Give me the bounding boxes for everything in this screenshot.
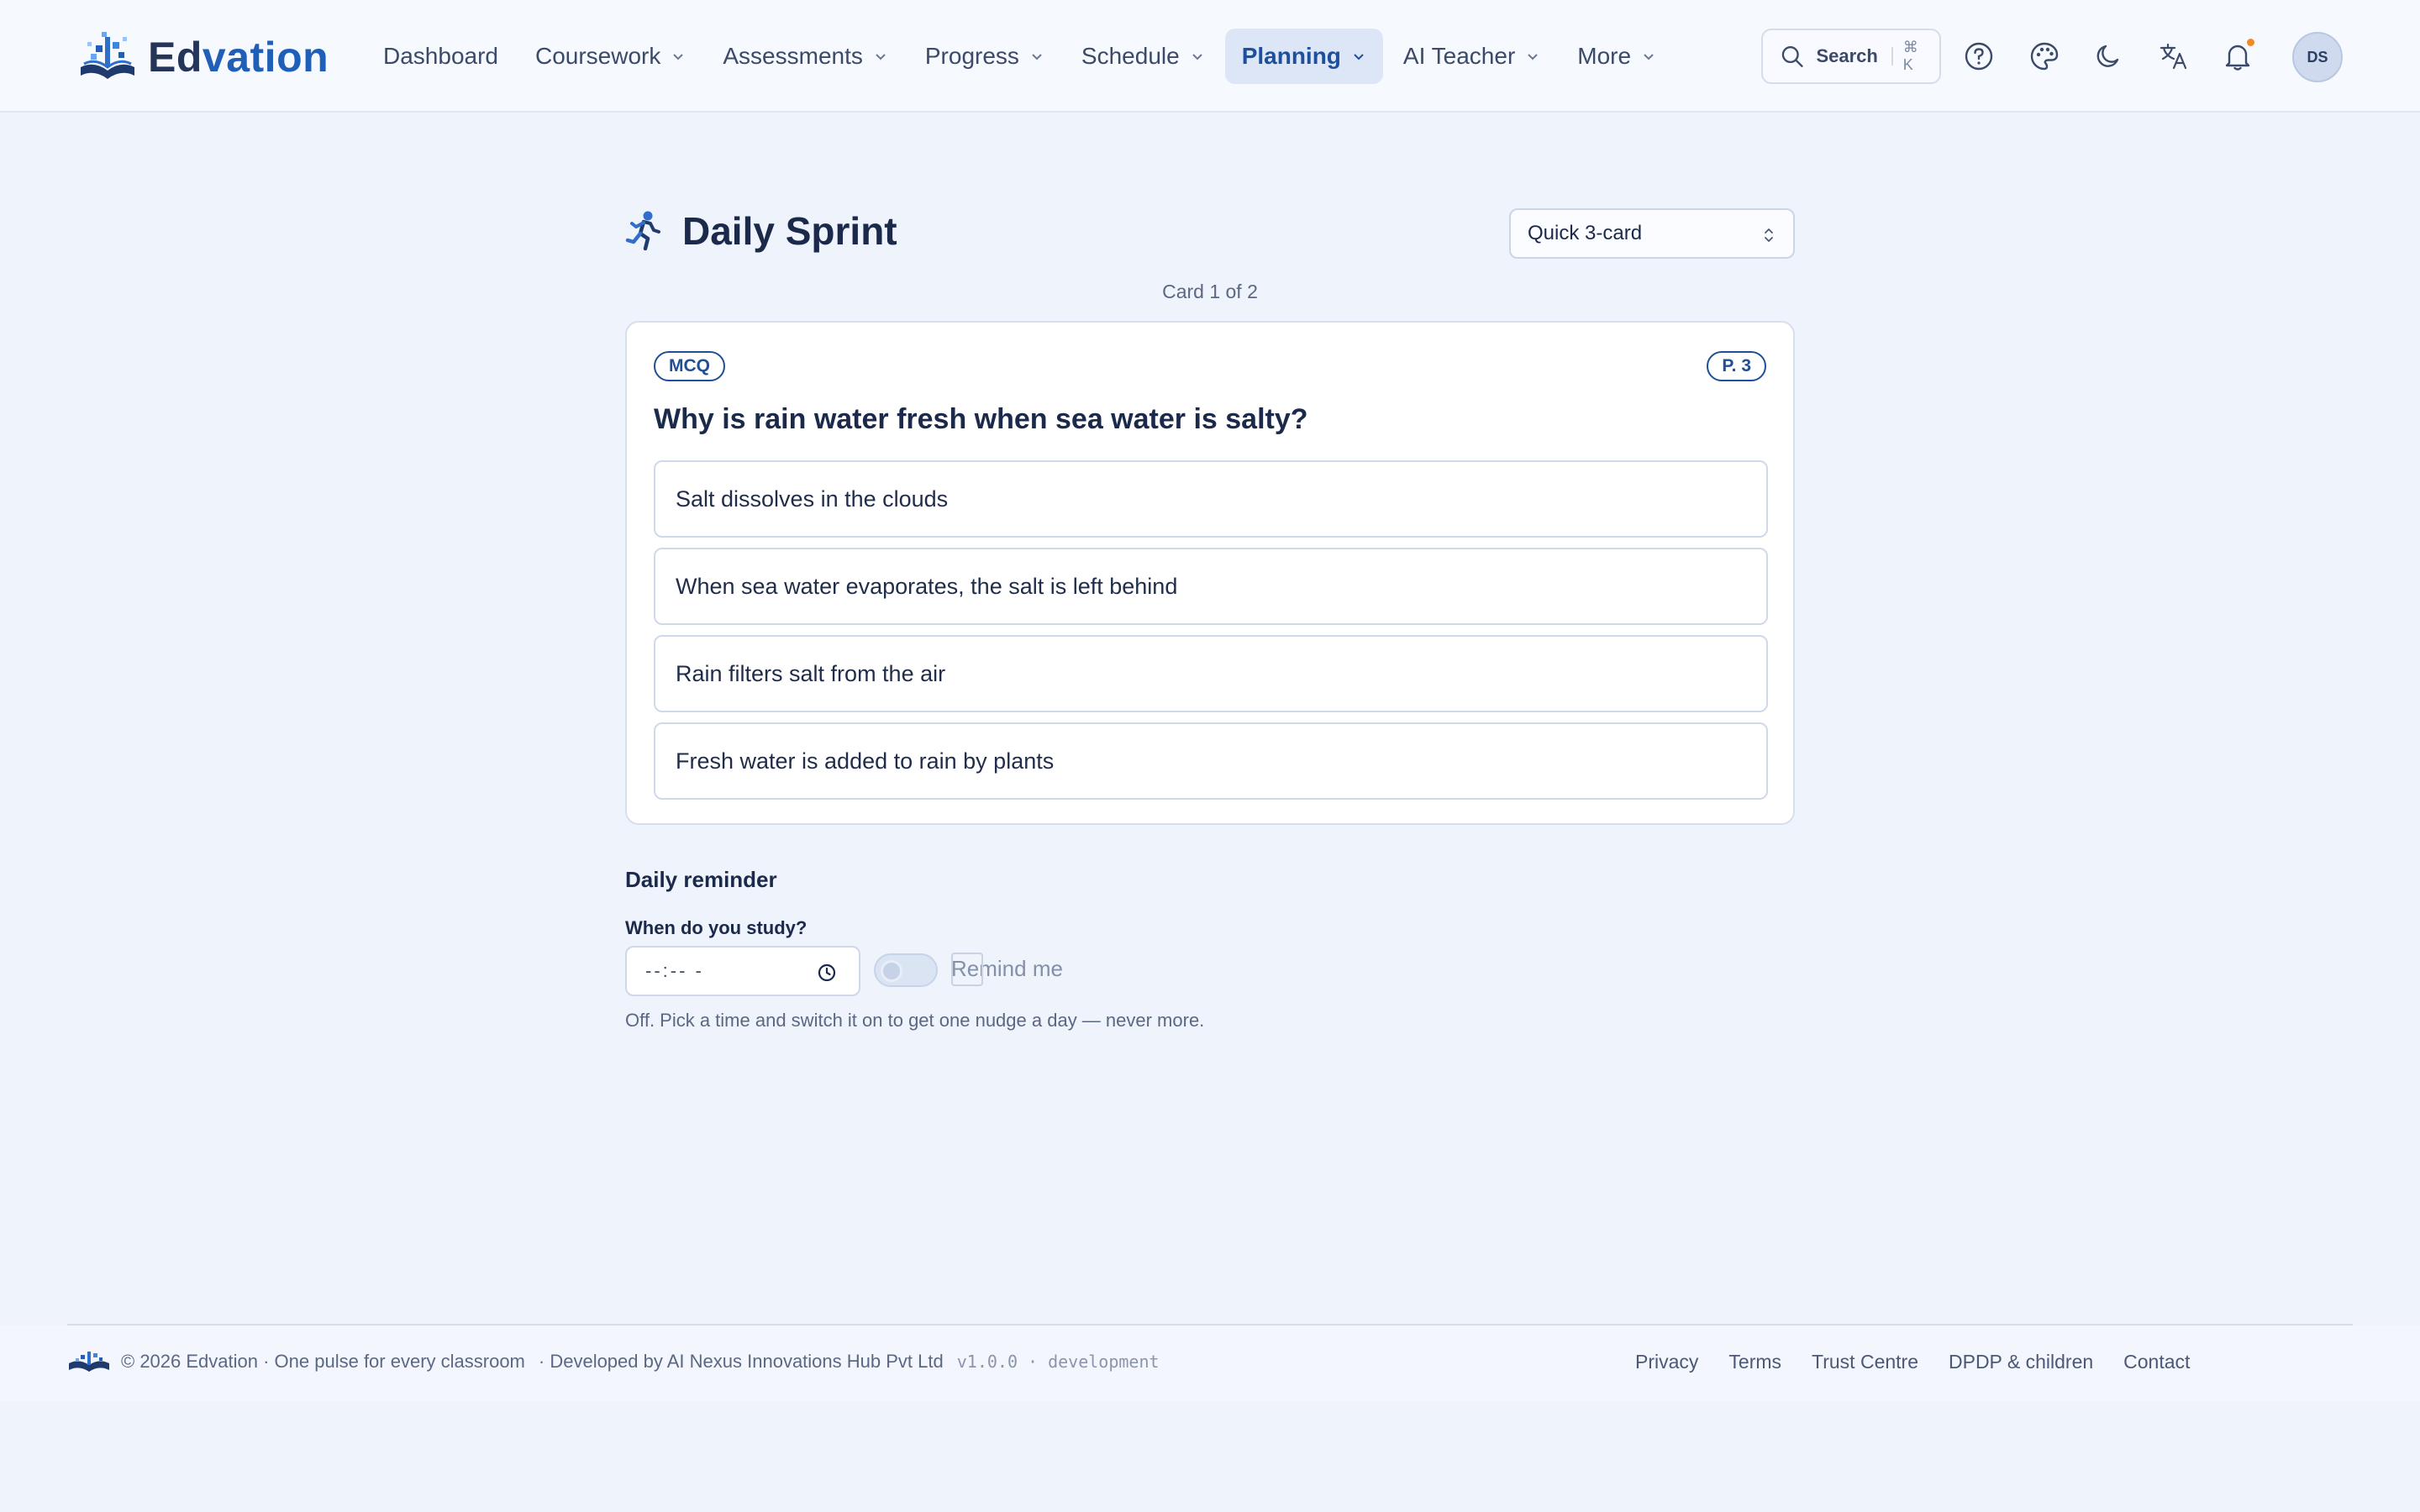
footer-link-trust-centre[interactable]: Trust Centre — [1812, 1351, 1918, 1373]
brand-name: Edvation — [148, 34, 329, 81]
search-shortcut: ⌘ K — [1902, 39, 1921, 73]
footer-divider — [67, 1324, 2353, 1326]
updown-chevron-icon — [1765, 228, 1773, 242]
answer-option[interactable]: Rain filters salt from the air — [654, 635, 1768, 712]
chevron-down-icon — [673, 54, 684, 60]
reminder-hint: Off. Pick a time and switch it on to get… — [625, 1010, 1205, 1031]
footer-link-contact[interactable]: Contact — [2123, 1351, 2190, 1373]
reminder-heading: Daily reminder — [625, 867, 777, 892]
card-counter: Card 1 of 2 — [1162, 281, 1258, 302]
question-text: Why is rain water fresh when sea water i… — [654, 403, 1308, 435]
translate-icon[interactable] — [2158, 40, 2190, 72]
footer-links: Privacy Terms Trust Centre DPDP & childr… — [1635, 1347, 2220, 1376]
question-type-badge: MCQ — [654, 351, 725, 381]
main-nav: Dashboard Coursework Assessments Progres… — [366, 29, 1676, 84]
footer-copyright: © 2026 Edvation · One pulse for every cl… — [121, 1351, 525, 1372]
remind-me-label[interactable]: Remind me — [951, 953, 1063, 986]
search-label: Search — [1816, 45, 1878, 66]
footer-version: v1.0.0 · development — [956, 1352, 1160, 1372]
nav-assessments[interactable]: Assessments — [706, 29, 905, 84]
notification-dot — [2247, 39, 2254, 46]
sprint-mode-value: Quick 3-card — [1528, 222, 1643, 244]
answer-option[interactable]: Salt dissolves in the clouds — [654, 460, 1768, 538]
nav-more[interactable]: More — [1560, 29, 1673, 84]
chevron-down-icon — [1644, 54, 1654, 60]
search-button[interactable]: Search ⌘ K — [1761, 29, 1941, 84]
palette-icon[interactable] — [2028, 40, 2060, 72]
brand-home-link[interactable]: Edvation — [77, 29, 329, 86]
nav-ai-teacher[interactable]: AI Teacher — [1386, 29, 1557, 84]
answer-option[interactable]: When sea water evaporates, the salt is l… — [654, 548, 1768, 625]
moon-icon[interactable] — [2092, 40, 2124, 72]
study-time-label: When do you study? — [625, 917, 808, 938]
runner-icon — [625, 211, 660, 251]
top-navigation-bar: Edvation Dashboard Coursework Assessment… — [0, 0, 2420, 113]
study-time-input[interactable]: --:-- - — [625, 946, 860, 996]
search-divider — [1891, 47, 1893, 66]
focus-box — [951, 953, 983, 986]
nav-progress[interactable]: Progress — [908, 29, 1061, 84]
clock-icon[interactable] — [817, 963, 837, 983]
avatar[interactable]: DS — [2292, 32, 2343, 82]
study-time-value: --:-- - — [645, 960, 704, 981]
toggle-knob — [881, 960, 902, 982]
page-title: Daily Sprint — [682, 209, 897, 253]
nav-planning[interactable]: Planning — [1224, 29, 1383, 84]
question-card: MCQ P. 3 Why is rain water fresh when se… — [625, 321, 1795, 825]
nav-schedule[interactable]: Schedule — [1065, 29, 1222, 84]
help-icon[interactable] — [1963, 40, 1995, 72]
chevron-down-icon — [1354, 54, 1364, 60]
grade-badge: P. 3 — [1707, 351, 1766, 381]
edvation-logo-icon — [69, 1352, 109, 1372]
remind-me-toggle[interactable] — [874, 953, 938, 987]
search-icon — [1781, 46, 1803, 67]
nav-dashboard[interactable]: Dashboard — [366, 29, 515, 84]
chevron-down-icon — [1032, 54, 1042, 60]
nav-coursework[interactable]: Coursework — [518, 29, 702, 84]
footer-info: © 2026 Edvation · One pulse for every cl… — [67, 1347, 1160, 1376]
footer-link-privacy[interactable]: Privacy — [1635, 1351, 1698, 1373]
footer-developer: · Developed by AI Nexus Innovations Hub … — [538, 1351, 944, 1372]
footer-link-dpdp[interactable]: DPDP & children — [1949, 1351, 2093, 1373]
chevron-down-icon — [1192, 54, 1202, 60]
edvation-logo-icon — [81, 32, 134, 79]
footer-link-terms[interactable]: Terms — [1728, 1351, 1781, 1373]
answer-option[interactable]: Fresh water is added to rain by plants — [654, 722, 1768, 800]
sprint-mode-select[interactable]: Quick 3-card — [1509, 208, 1795, 259]
chevron-down-icon — [1528, 54, 1538, 60]
page-header: Daily Sprint — [625, 208, 897, 254]
chevron-down-icon — [876, 54, 886, 60]
